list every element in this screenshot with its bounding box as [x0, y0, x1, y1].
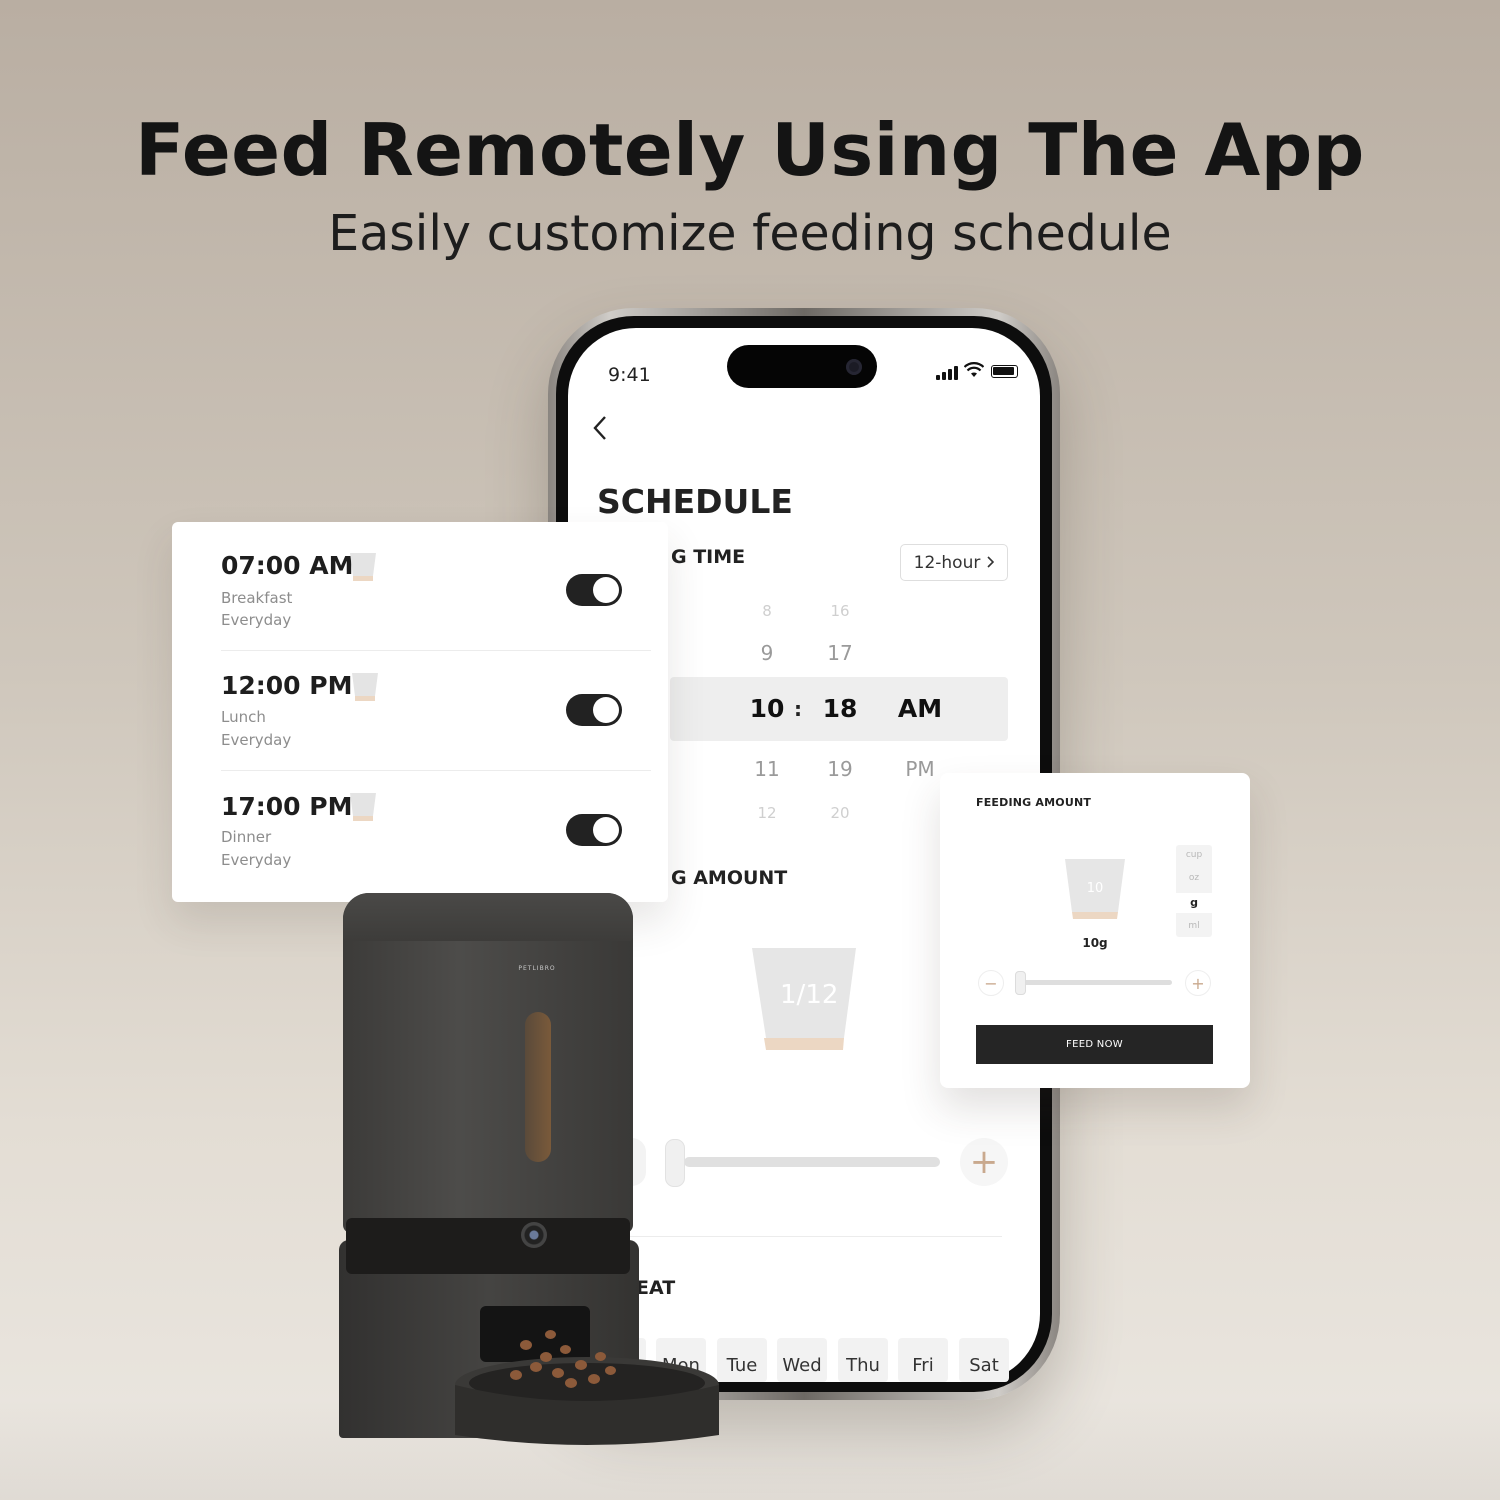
unit-option-selected[interactable]: g [1176, 893, 1212, 913]
schedule-time: 12:00 PM [221, 671, 353, 700]
day-chip-thu[interactable]: Thu [838, 1338, 888, 1382]
day-chip-tue[interactable]: Tue [717, 1338, 767, 1382]
repeat-label: EAT [636, 1277, 676, 1299]
feeding-time-label: G TIME [671, 546, 746, 568]
portion-cup-icon [351, 672, 378, 702]
portion-cup-icon [349, 552, 376, 582]
unit-option[interactable]: ml [1176, 913, 1212, 933]
schedule-name: Dinner [221, 828, 272, 846]
picker-hour[interactable]: 9 [737, 641, 797, 665]
kibble [510, 1370, 522, 1380]
food-bowl [452, 1355, 722, 1445]
schedule-toggle[interactable] [566, 574, 622, 606]
picker-ampm-selected[interactable]: AM [890, 694, 950, 723]
kibble [605, 1366, 616, 1375]
picker-hour[interactable]: 11 [737, 757, 797, 781]
status-time: 9:41 [608, 364, 651, 386]
battery-icon [991, 365, 1018, 378]
day-chip-sat[interactable]: Sat [959, 1338, 1009, 1382]
unit-selector[interactable]: cup oz g ml [1176, 845, 1212, 937]
row-divider [221, 770, 651, 771]
amount-slider-track[interactable] [1020, 980, 1172, 985]
amount-slider-thumb[interactable] [665, 1139, 685, 1187]
amount-slider-track[interactable] [684, 1157, 940, 1167]
cup-value: 10 [1086, 881, 1104, 896]
portion-cup-icon [349, 792, 376, 822]
schedule-time: 07:00 AM [221, 551, 354, 580]
page-title: SCHEDULE [597, 482, 793, 521]
picker-minute[interactable]: 16 [810, 602, 870, 620]
hour-format-button[interactable]: 12-hour [900, 544, 1008, 581]
schedule-toggle[interactable] [566, 694, 622, 726]
feeder-lid [343, 893, 633, 941]
schedule-repeat: Everyday [221, 851, 292, 869]
picker-minute[interactable]: 19 [810, 757, 870, 781]
picker-hour[interactable]: 8 [737, 602, 797, 620]
kibble [595, 1352, 606, 1361]
kibble [545, 1330, 556, 1339]
amount-slider-thumb[interactable] [1015, 971, 1026, 995]
camera-icon [846, 359, 862, 375]
subheadline: Easily customize feeding schedule [328, 205, 1172, 262]
kibble [540, 1352, 552, 1362]
hour-format-label: 12-hour [913, 552, 981, 573]
chevron-right-icon [986, 553, 995, 573]
feeding-amount-label: G AMOUNT [671, 867, 788, 889]
kibble [575, 1360, 587, 1370]
signal-icon [936, 366, 958, 380]
kibble [560, 1345, 571, 1354]
schedule-name: Lunch [221, 708, 266, 726]
unit-option[interactable]: cup [1176, 850, 1212, 870]
day-chip-wed[interactable]: Wed [777, 1338, 827, 1382]
picker-hour[interactable]: 12 [737, 804, 797, 822]
picker-colon: : [794, 697, 802, 721]
schedule-repeat: Everyday [221, 611, 292, 629]
plus-icon[interactable]: + [1185, 970, 1211, 996]
picker-minute-selected[interactable]: 18 [810, 694, 870, 723]
kibble [552, 1368, 564, 1378]
divider [630, 1236, 1002, 1237]
schedule-toggle[interactable] [566, 814, 622, 846]
day-chip-fri[interactable]: Fri [898, 1338, 948, 1382]
headline: Feed Remotely Using The App [135, 108, 1365, 192]
unit-option[interactable]: oz [1176, 873, 1212, 893]
picker-minute[interactable]: 20 [810, 804, 870, 822]
kibble [565, 1378, 577, 1388]
food-level-window [525, 1012, 551, 1162]
feeder-control-panel [346, 1218, 630, 1274]
schedule-time: 17:00 PM [221, 792, 353, 821]
brand-logo: PETLIBRO [518, 965, 556, 972]
amount-value: 10g [1082, 936, 1108, 950]
kibble [530, 1362, 542, 1372]
picker-minute[interactable]: 17 [810, 641, 870, 665]
feeder-hopper [343, 893, 633, 1233]
kibble [520, 1340, 532, 1350]
feeding-amount-title: FEEDING AMOUNT [976, 796, 1092, 809]
wifi-icon [963, 362, 985, 383]
schedule-repeat: Everyday [221, 731, 292, 749]
floor-shadow [0, 1400, 1500, 1500]
feeder-chute [480, 1306, 590, 1362]
minus-icon[interactable]: − [978, 970, 1004, 996]
kibble [588, 1374, 600, 1384]
camera-lens-icon [521, 1222, 547, 1248]
row-divider [221, 650, 651, 651]
back-chevron-icon[interactable] [592, 414, 608, 449]
portion-fraction: 1/12 [780, 980, 839, 1010]
feed-now-button[interactable]: FEED NOW [976, 1025, 1213, 1064]
picker-hour-selected[interactable]: 10 [737, 694, 797, 723]
schedule-name: Breakfast [221, 589, 293, 607]
plus-icon[interactable]: + [960, 1138, 1008, 1186]
